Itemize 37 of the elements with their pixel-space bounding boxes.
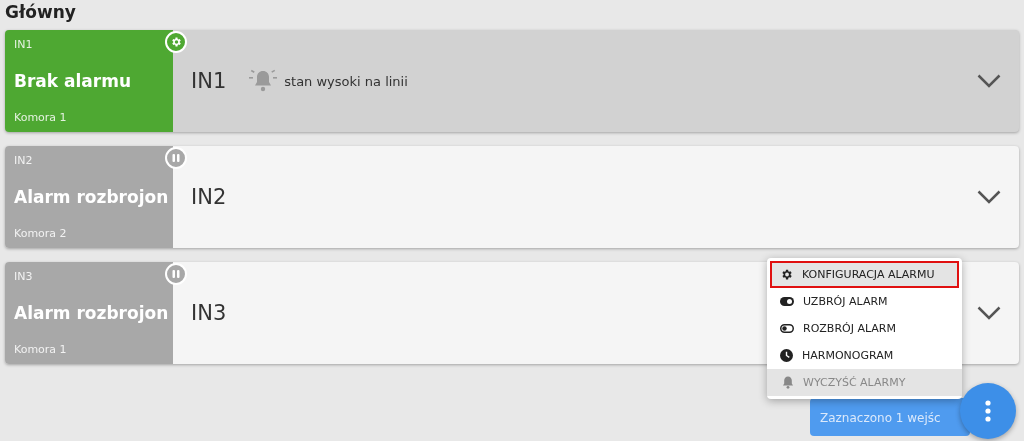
zone-label: Komora 2 — [14, 227, 67, 240]
pause-icon — [171, 153, 181, 163]
more-button[interactable] — [960, 383, 1016, 439]
page-title: Główny — [5, 2, 77, 22]
clock-icon — [780, 349, 793, 362]
chevron-down-icon[interactable] — [977, 74, 1001, 88]
menu-item[interactable]: KONFIGURACJA ALARMU — [770, 261, 959, 288]
menu-item[interactable]: ROZBRÓJ ALARM — [770, 315, 959, 342]
zone-label: Komora 1 — [14, 111, 67, 124]
bell-icon — [782, 376, 794, 389]
alarm-status: Alarm rozbrojon — [14, 303, 169, 323]
input-name: IN1 — [191, 69, 227, 93]
selection-toast: Zaznaczono 1 wejśc — [810, 398, 970, 436]
pause-icon — [171, 269, 181, 279]
input-name: IN3 — [191, 301, 227, 325]
chevron-down-icon[interactable] — [977, 190, 1001, 204]
input-name: IN2 — [191, 185, 227, 209]
alarm-status: Brak alarmu — [14, 71, 131, 91]
chevron-down-icon[interactable] — [977, 306, 1001, 320]
toggle-on-icon — [780, 297, 794, 306]
input-code: IN1 — [14, 38, 33, 51]
gear-icon — [170, 36, 182, 48]
input-card[interactable]: IN2 Alarm rozbrojon Komora 2 IN2 — [5, 146, 1019, 248]
menu-item[interactable]: UZBRÓJ ALARM — [770, 288, 959, 315]
status-badge[interactable] — [165, 31, 187, 53]
toggle-off-icon — [780, 324, 794, 333]
more-vertical-icon — [985, 400, 991, 422]
input-card[interactable]: IN1 Brak alarmu Komora 1 IN1 stan wysoki na linii — [5, 30, 1019, 132]
bell-icon — [248, 68, 279, 94]
settings-icon — [780, 268, 793, 281]
status-badge[interactable] — [165, 263, 187, 285]
zone-label: Komora 1 — [14, 343, 67, 356]
status-badge[interactable] — [165, 147, 187, 169]
line-state-text: stan wysoki na linii — [284, 73, 408, 89]
alarm-status: Alarm rozbrojon — [14, 187, 169, 207]
input-code: IN3 — [14, 270, 33, 283]
input-code: IN2 — [14, 154, 33, 167]
